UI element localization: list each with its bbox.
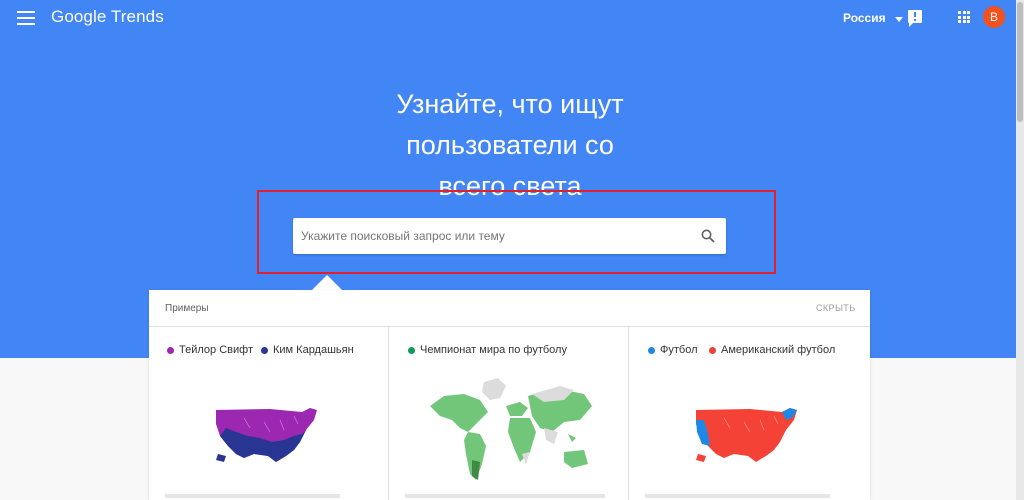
menu-icon[interactable] bbox=[17, 11, 35, 25]
series-dot bbox=[167, 346, 174, 354]
google-trends-logo[interactable]: Google Trends bbox=[51, 7, 164, 27]
card-caption-placeholder bbox=[405, 494, 605, 498]
legend-item: Американский футбол bbox=[709, 344, 835, 356]
search-box[interactable] bbox=[293, 218, 726, 254]
legend-label: Тейлор Свифт bbox=[179, 344, 253, 356]
region-selector[interactable]: Россия bbox=[843, 11, 903, 25]
legend-label: Американский футбол bbox=[721, 344, 836, 356]
series-dot bbox=[261, 346, 268, 354]
caret-down-icon bbox=[894, 16, 903, 22]
headline-line-1: Узнайте, что ищут bbox=[396, 89, 624, 119]
card-caption-placeholder bbox=[165, 494, 340, 498]
hero-headline: Узнайте, что ищут пользователи со всего … bbox=[350, 84, 670, 207]
legend-label: Футбол bbox=[660, 344, 698, 356]
search-icon[interactable] bbox=[701, 229, 715, 243]
examples-pointer bbox=[311, 275, 343, 291]
headline-line-2: пользователи со bbox=[406, 130, 614, 160]
usa-map bbox=[696, 408, 797, 462]
legend-item: Тейлор Свифт bbox=[167, 344, 253, 356]
legend-item: Ким Кардашьян bbox=[261, 344, 354, 356]
scrollbar-thumb[interactable] bbox=[1017, 2, 1023, 122]
legend-label: Ким Кардашьян bbox=[273, 344, 354, 356]
feedback-icon[interactable] bbox=[908, 10, 922, 27]
card-caption-placeholder bbox=[645, 494, 830, 498]
hide-examples-button[interactable]: СКРЫТЬ bbox=[816, 303, 856, 313]
usa-map bbox=[216, 408, 317, 462]
account-avatar[interactable]: B bbox=[983, 6, 1005, 28]
series-dot bbox=[709, 346, 716, 354]
apps-grid-icon[interactable] bbox=[958, 11, 970, 23]
search-input[interactable] bbox=[301, 218, 691, 254]
region-label: Россия bbox=[843, 11, 886, 25]
series-dot bbox=[648, 346, 655, 354]
examples-title: Примеры bbox=[165, 303, 209, 314]
legend-item: Футбол bbox=[648, 344, 698, 356]
world-map bbox=[430, 378, 592, 480]
series-dot bbox=[408, 346, 415, 354]
legend-label: Чемпионат мира по футболу bbox=[420, 344, 567, 356]
legend-item: Чемпионат мира по футболу bbox=[408, 344, 567, 356]
